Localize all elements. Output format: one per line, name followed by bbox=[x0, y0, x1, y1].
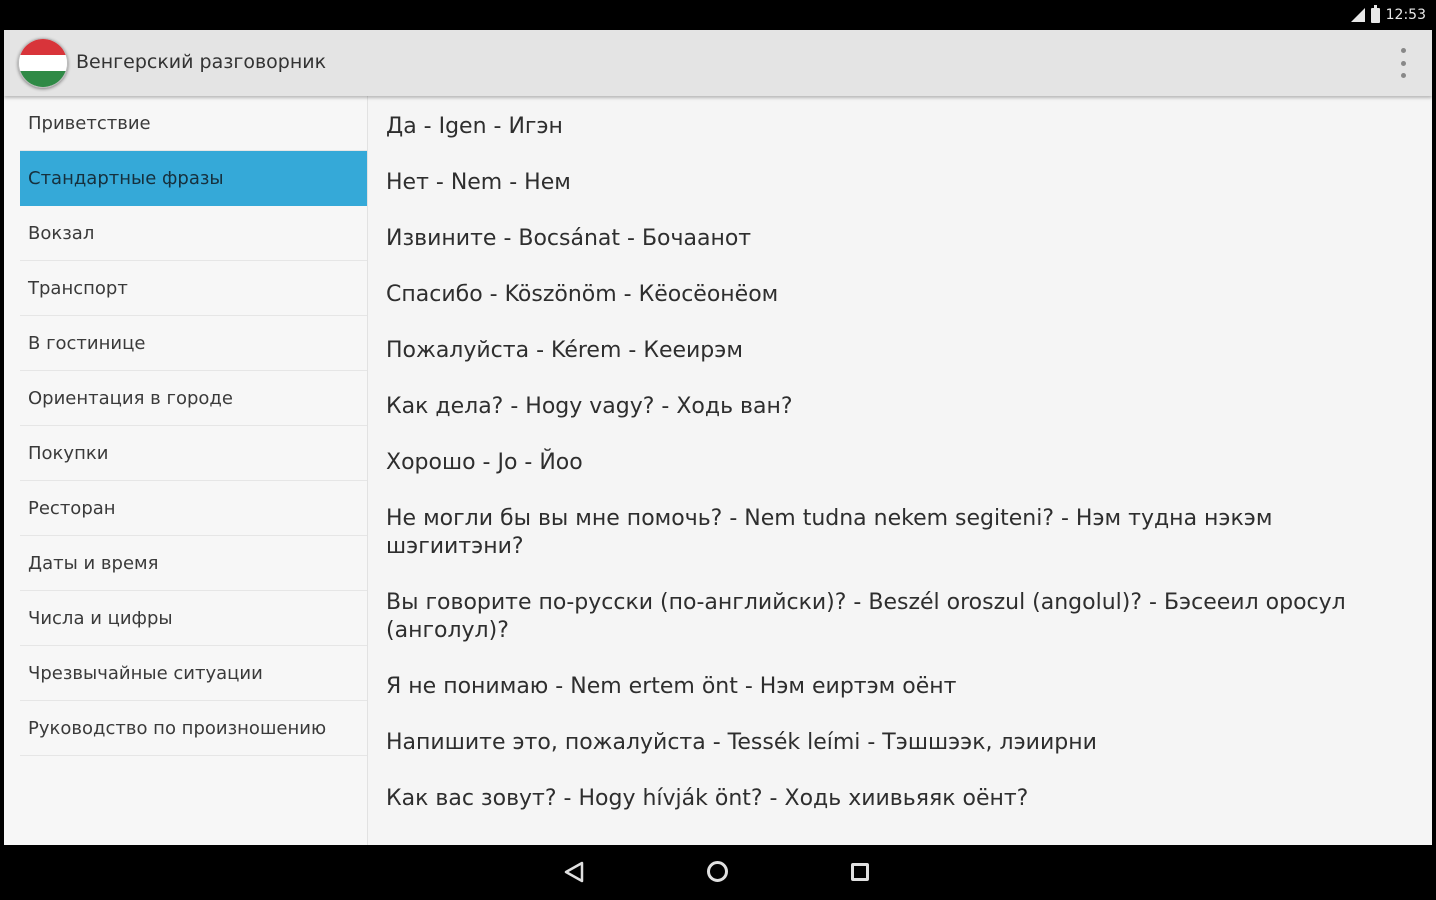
app-title: Венгерский разговорник bbox=[76, 51, 327, 73]
sidebar-item-numbers[interactable]: Числа и цифры bbox=[20, 591, 367, 646]
status-bar: 12:53 bbox=[0, 0, 1436, 30]
flag-stripe-red bbox=[19, 39, 67, 55]
sidebar-item-shopping[interactable]: Покупки bbox=[20, 426, 367, 481]
sidebar-item-station[interactable]: Вокзал bbox=[20, 206, 367, 261]
phrase-item[interactable]: Извините - Bocsánat - Бочаанот bbox=[386, 225, 1386, 253]
phrase-item[interactable]: Напишите это, пожалуйста - Tessék leími … bbox=[386, 729, 1386, 757]
app-window: Венгерский разговорник Приветствие Станд… bbox=[4, 30, 1432, 845]
category-sidebar: Приветствие Стандартные фразы Вокзал Тра… bbox=[4, 96, 368, 845]
phrase-item[interactable]: Да - Igen - Игэн bbox=[386, 113, 1386, 141]
recents-icon[interactable] bbox=[851, 863, 869, 881]
sidebar-item-greeting[interactable]: Приветствие bbox=[20, 96, 367, 151]
phrase-item[interactable]: Как дела? - Hogy vagy? - Ходь ван? bbox=[386, 393, 1386, 421]
sidebar-item-hotel[interactable]: В гостинице bbox=[20, 316, 367, 371]
phrase-item[interactable]: Спасибо - Köszönöm - Кёосёонёом bbox=[386, 281, 1386, 309]
hungary-flag-icon[interactable] bbox=[18, 38, 68, 88]
sidebar-item-restaurant[interactable]: Ресторан bbox=[20, 481, 367, 536]
phrase-item[interactable]: Хорошо - Jo - Йоо bbox=[386, 449, 1386, 477]
phrase-item[interactable]: Вы говорите по-русски (по-английски)? - … bbox=[386, 589, 1386, 645]
phrase-item[interactable]: Как вас зовут? - Hogy hívják önt? - Ходь… bbox=[386, 785, 1386, 813]
phrase-item[interactable]: Не могли бы вы мне помочь? - Nem tudna n… bbox=[386, 505, 1386, 561]
phrase-item[interactable]: Я не понимаю - Nem ertem önt - Нэм еиртэ… bbox=[386, 673, 1386, 701]
phrase-item[interactable]: Пожалуйста - Kérem - Кееирэм bbox=[386, 337, 1386, 365]
sidebar-item-transport[interactable]: Транспорт bbox=[20, 261, 367, 316]
flag-stripe-green bbox=[19, 71, 67, 87]
action-bar: Венгерский разговорник bbox=[4, 30, 1432, 96]
battery-icon bbox=[1370, 4, 1380, 23]
flag-stripe-white bbox=[19, 55, 67, 71]
status-time: 12:53 bbox=[1385, 7, 1426, 23]
home-icon[interactable] bbox=[707, 861, 728, 882]
signal-icon bbox=[1350, 8, 1365, 22]
back-icon[interactable] bbox=[563, 861, 585, 883]
menu-dot bbox=[1400, 48, 1406, 53]
sidebar-item-dates-time[interactable]: Даты и время bbox=[20, 536, 367, 591]
menu-dot bbox=[1400, 60, 1406, 66]
sidebar-item-city-orientation[interactable]: Ориентация в городе bbox=[20, 371, 367, 426]
sidebar-item-emergencies[interactable]: Чрезвычайные ситуации bbox=[20, 646, 367, 701]
device-screen: 12:53 Венгерский разговорник Приветствие… bbox=[0, 0, 1436, 900]
overflow-menu-icon[interactable] bbox=[1398, 48, 1408, 78]
menu-dot bbox=[1400, 73, 1406, 78]
phrase-list: Да - Igen - Игэн Нет - Nem - Нем Извинит… bbox=[368, 96, 1432, 845]
sidebar-item-pronunciation[interactable]: Руководство по произношению bbox=[20, 701, 367, 756]
sidebar-item-standard-phrases[interactable]: Стандартные фразы bbox=[20, 151, 367, 206]
status-icons: 12:53 bbox=[1350, 4, 1426, 24]
navigation-bar bbox=[0, 845, 1436, 900]
category-list: Приветствие Стандартные фразы Вокзал Тра… bbox=[4, 96, 367, 756]
phrase-item[interactable]: Нет - Nem - Нем bbox=[386, 169, 1386, 197]
